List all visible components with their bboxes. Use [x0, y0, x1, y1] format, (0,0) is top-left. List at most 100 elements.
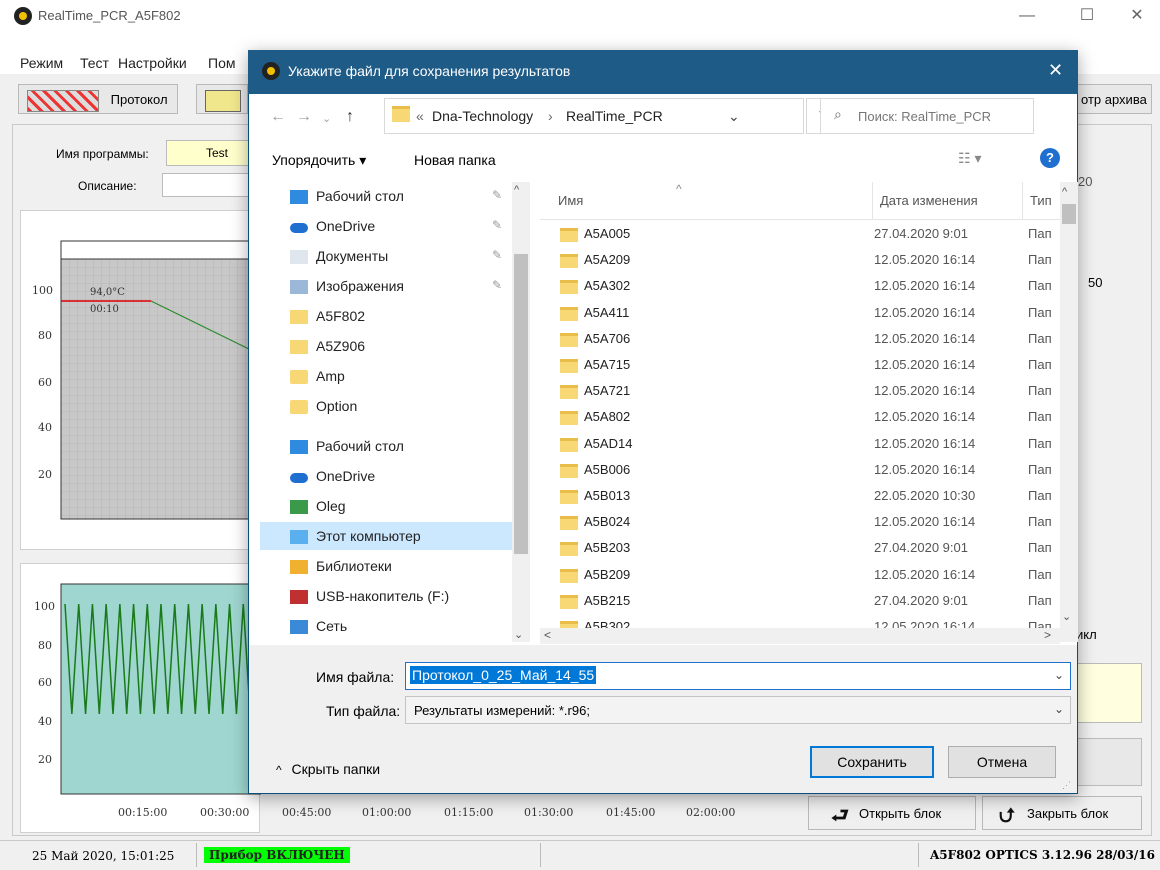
file-name-cell[interactable]: A5A802 — [584, 409, 630, 424]
protocol-button[interactable]: Протокол — [18, 84, 178, 114]
file-name-value[interactable]: Протокол_0_25_Май_14_55 — [410, 666, 597, 684]
file-list-scrollbar-thumb[interactable] — [1062, 204, 1076, 224]
file-date-cell[interactable]: 27.04.2020 9:01 — [874, 226, 968, 241]
file-name-cell[interactable]: A5A209 — [584, 252, 630, 267]
file-date-cell[interactable]: 12.05.2020 16:14 — [874, 514, 975, 529]
tool-button-2[interactable] — [196, 84, 248, 114]
file-type-cell[interactable]: Пап — [1028, 252, 1052, 267]
file-date-cell[interactable]: 12.05.2020 16:14 — [874, 462, 975, 477]
view-options-icon[interactable]: ☷ ▾ — [958, 150, 981, 167]
nav-item[interactable]: OneDrive — [316, 218, 375, 234]
nav-item[interactable]: Этот компьютер — [316, 528, 421, 544]
file-type-cell[interactable]: Пап — [1028, 462, 1052, 477]
file-date-cell[interactable]: 12.05.2020 16:14 — [874, 383, 975, 398]
up-arrow-icon[interactable]: ↑ — [346, 108, 354, 126]
file-type-cell[interactable]: Пап — [1028, 278, 1052, 293]
maximize-button[interactable]: ☐ — [1064, 4, 1110, 28]
menu-help[interactable]: Пом — [208, 55, 235, 71]
nav-scroll-down-icon[interactable]: ⌄ — [514, 628, 523, 641]
nav-item[interactable]: Рабочий стол — [316, 438, 404, 454]
menu-settings[interactable]: Настройки — [118, 55, 187, 71]
list-scroll-down-icon[interactable]: ⌄ — [1062, 610, 1071, 623]
file-type-cell[interactable]: Пап — [1028, 357, 1052, 372]
file-name-cell[interactable]: A5A715 — [584, 357, 630, 372]
forward-arrow-icon[interactable]: → — [296, 108, 312, 126]
nav-item[interactable]: Рабочий стол — [316, 188, 404, 204]
comment-box[interactable] — [1076, 663, 1142, 723]
file-date-cell[interactable]: 12.05.2020 16:14 — [874, 252, 975, 267]
file-date-cell[interactable]: 12.05.2020 16:14 — [874, 331, 975, 346]
file-type-cell[interactable]: Пап — [1028, 488, 1052, 503]
file-name-cell[interactable]: A5A721 — [584, 383, 630, 398]
file-name-cell[interactable]: A5A302 — [584, 278, 630, 293]
file-date-cell[interactable]: 12.05.2020 16:14 — [874, 305, 975, 320]
file-date-cell[interactable]: 27.04.2020 9:01 — [874, 593, 968, 608]
close-block-button[interactable]: ⮍ Закрыть блок — [982, 796, 1142, 830]
nav-item[interactable]: A5Z906 — [316, 338, 365, 354]
column-type[interactable]: Тип — [1030, 193, 1052, 208]
file-date-cell[interactable]: 12.05.2020 16:14 — [874, 409, 975, 424]
cancel-button[interactable]: Отмена — [948, 746, 1056, 778]
close-button[interactable]: ✕ — [1114, 4, 1160, 28]
breadcrumb-dna-technology[interactable]: Dna-Technology — [432, 108, 533, 124]
back-arrow-icon[interactable]: ← — [270, 108, 286, 126]
hide-folders-button[interactable]: ^ Скрыть папки — [276, 761, 380, 777]
file-name-cell[interactable]: A5A706 — [584, 331, 630, 346]
breadcrumb-overflow[interactable]: « — [416, 108, 424, 124]
list-scroll-up-icon[interactable]: ^ — [1062, 186, 1067, 198]
column-divider[interactable] — [872, 182, 873, 220]
save-button[interactable]: Сохранить — [810, 746, 934, 778]
nav-item[interactable]: Сеть — [316, 618, 347, 634]
pin-icon[interactable]: ✎ — [492, 278, 502, 292]
pin-icon[interactable]: ✎ — [492, 218, 502, 232]
file-name-cell[interactable]: A5B209 — [584, 567, 630, 582]
nav-item[interactable]: Изображения — [316, 278, 404, 294]
file-type-cell[interactable]: Пап — [1028, 409, 1052, 424]
file-type-cell[interactable]: Пап — [1028, 383, 1052, 398]
file-name-cell[interactable]: A5B024 — [584, 514, 630, 529]
column-name[interactable]: Имя — [558, 193, 583, 208]
file-name-cell[interactable]: A5A005 — [584, 226, 630, 241]
file-date-cell[interactable]: 27.04.2020 9:01 — [874, 540, 968, 555]
nav-item[interactable]: Option — [316, 398, 357, 414]
description-field[interactable] — [162, 173, 252, 197]
file-name-cell[interactable]: A5B215 — [584, 593, 630, 608]
file-type-cell[interactable]: Пап — [1028, 226, 1052, 241]
pin-icon[interactable]: ✎ — [492, 248, 502, 262]
file-date-cell[interactable]: 22.05.2020 10:30 — [874, 488, 975, 503]
new-folder-button[interactable]: Новая папка — [414, 152, 496, 168]
file-name-cell[interactable]: A5B013 — [584, 488, 630, 503]
file-date-cell[interactable]: 12.05.2020 16:14 — [874, 567, 975, 582]
scroll-right-icon[interactable]: > — [1044, 628, 1051, 642]
recent-chevron-icon[interactable]: ⌄ — [322, 112, 331, 125]
file-date-cell[interactable]: 12.05.2020 16:14 — [874, 357, 975, 372]
file-date-cell[interactable]: 12.05.2020 16:14 — [874, 278, 975, 293]
menu-test[interactable]: Тест — [80, 55, 109, 71]
minimize-button[interactable]: — — [1004, 4, 1050, 28]
file-name-dropdown-icon[interactable]: ⌄ — [1054, 668, 1064, 682]
view-archive-button[interactable]: отр архива — [1076, 84, 1152, 114]
nav-item[interactable]: Oleg — [316, 498, 346, 514]
file-type-cell[interactable]: Пап — [1028, 436, 1052, 451]
breadcrumb-realtime-pcr[interactable]: RealTime_PCR — [566, 108, 663, 124]
horizontal-scrollbar[interactable] — [540, 628, 1060, 644]
column-date[interactable]: Дата изменения — [880, 193, 978, 208]
file-type-cell[interactable]: Пап — [1028, 331, 1052, 346]
nav-item[interactable]: A5F802 — [316, 308, 365, 324]
file-type-cell[interactable]: Пап — [1028, 567, 1052, 582]
file-type-cell[interactable]: Пап — [1028, 540, 1052, 555]
nav-scroll-up-icon[interactable]: ^ — [514, 184, 519, 196]
file-name-cell[interactable]: A5B203 — [584, 540, 630, 555]
resize-grip-icon[interactable]: ⋰ — [1062, 780, 1071, 791]
nav-scrollbar-thumb[interactable] — [514, 254, 528, 554]
nav-item[interactable]: Библиотеки — [316, 558, 392, 574]
file-type-cell[interactable]: Пап — [1028, 305, 1052, 320]
file-date-cell[interactable]: 12.05.2020 16:14 — [874, 436, 975, 451]
nav-item[interactable]: Amp — [316, 368, 345, 384]
file-name-cell[interactable]: A5AD14 — [584, 436, 632, 451]
file-type-cell[interactable]: Пап — [1028, 514, 1052, 529]
file-type-dropdown-icon[interactable]: ⌄ — [1054, 702, 1064, 716]
nav-item[interactable]: OneDrive — [316, 468, 375, 484]
nav-item[interactable]: Документы — [316, 248, 388, 264]
pin-icon[interactable]: ✎ — [492, 188, 502, 202]
